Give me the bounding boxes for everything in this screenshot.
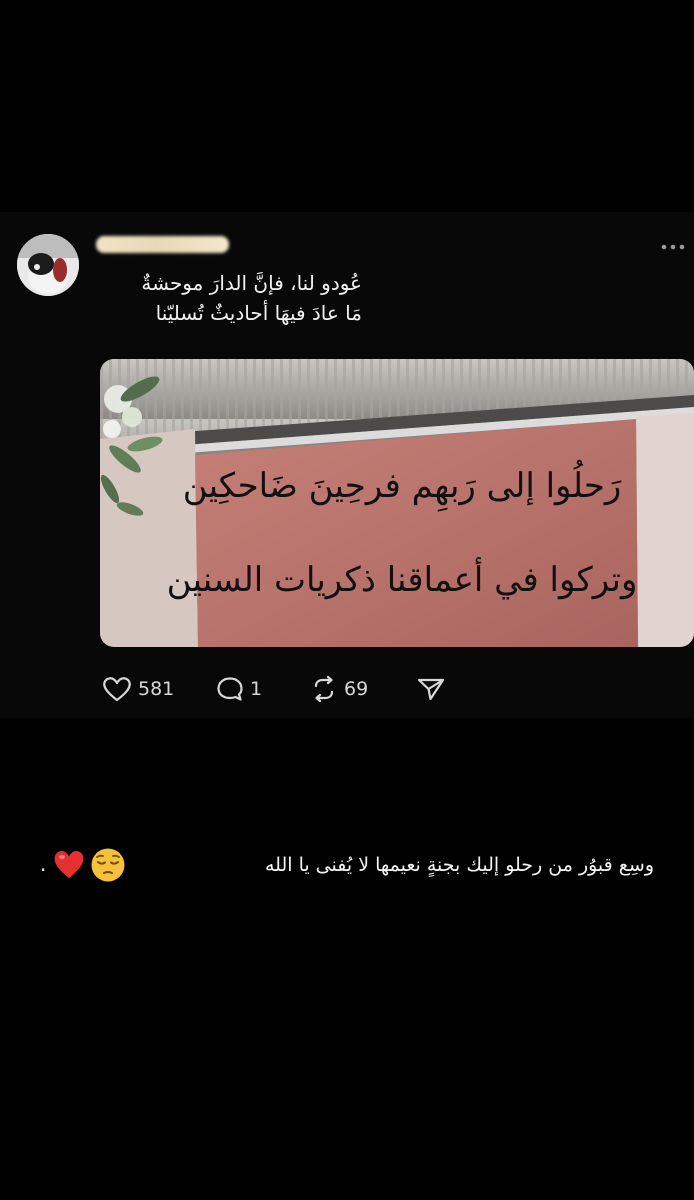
like-count: 581 xyxy=(138,678,175,700)
blurred-username xyxy=(96,236,229,253)
reply-icon xyxy=(217,677,243,701)
repost-count: 69 xyxy=(344,678,369,700)
inscription-photo: رَحلُوا إلى رَبهِم فرحِينَ ضَاحكِين وترك… xyxy=(100,359,694,647)
story-caption: . وسِع قبوُر من رحلو إليك بجنةٍ نعيمها ل… xyxy=(0,846,694,886)
like-button[interactable]: 581 xyxy=(102,674,174,704)
post-text: عُودو لنا، فإنَّ الدارَ موحشةٌ مَا عادَ … xyxy=(42,268,362,328)
repost-icon xyxy=(314,676,334,702)
inscription-line-2: وتركوا في أعماقنا ذكريات السنين xyxy=(167,557,638,600)
pensive-face-icon xyxy=(90,847,126,888)
post-card[interactable]: عُودو لنا، فإنَّ الدارَ موحشةٌ مَا عادَ … xyxy=(0,212,694,718)
repost-button[interactable]: 69 xyxy=(310,674,368,704)
action-bar: 581 1 69 xyxy=(100,674,460,704)
post-text-line-1: عُودو لنا، فإنَّ الدارَ موحشةٌ xyxy=(141,271,362,295)
caption-dot: . xyxy=(40,852,47,876)
post-text-line-2: مَا عادَ فيهَا أحاديثٌ تُسليّنا xyxy=(155,301,362,325)
reply-button[interactable]: 1 xyxy=(216,674,262,704)
share-button[interactable] xyxy=(416,674,446,704)
post-image[interactable]: رَحلُوا إلى رَبهِم فرحِينَ ضَاحكِين وترك… xyxy=(100,359,694,647)
inscription-line-1: رَحلُوا إلى رَبهِم فرحِينَ ضَاحكِين xyxy=(183,460,622,512)
heart-icon xyxy=(103,677,131,702)
red-heart-icon xyxy=(52,848,86,885)
reply-count: 1 xyxy=(250,678,263,700)
share-icon xyxy=(417,678,445,701)
more-icon[interactable] xyxy=(660,238,686,250)
caption-text: وسِع قبوُر من رحلو إليك بجنةٍ نعيمها لا … xyxy=(264,854,654,876)
